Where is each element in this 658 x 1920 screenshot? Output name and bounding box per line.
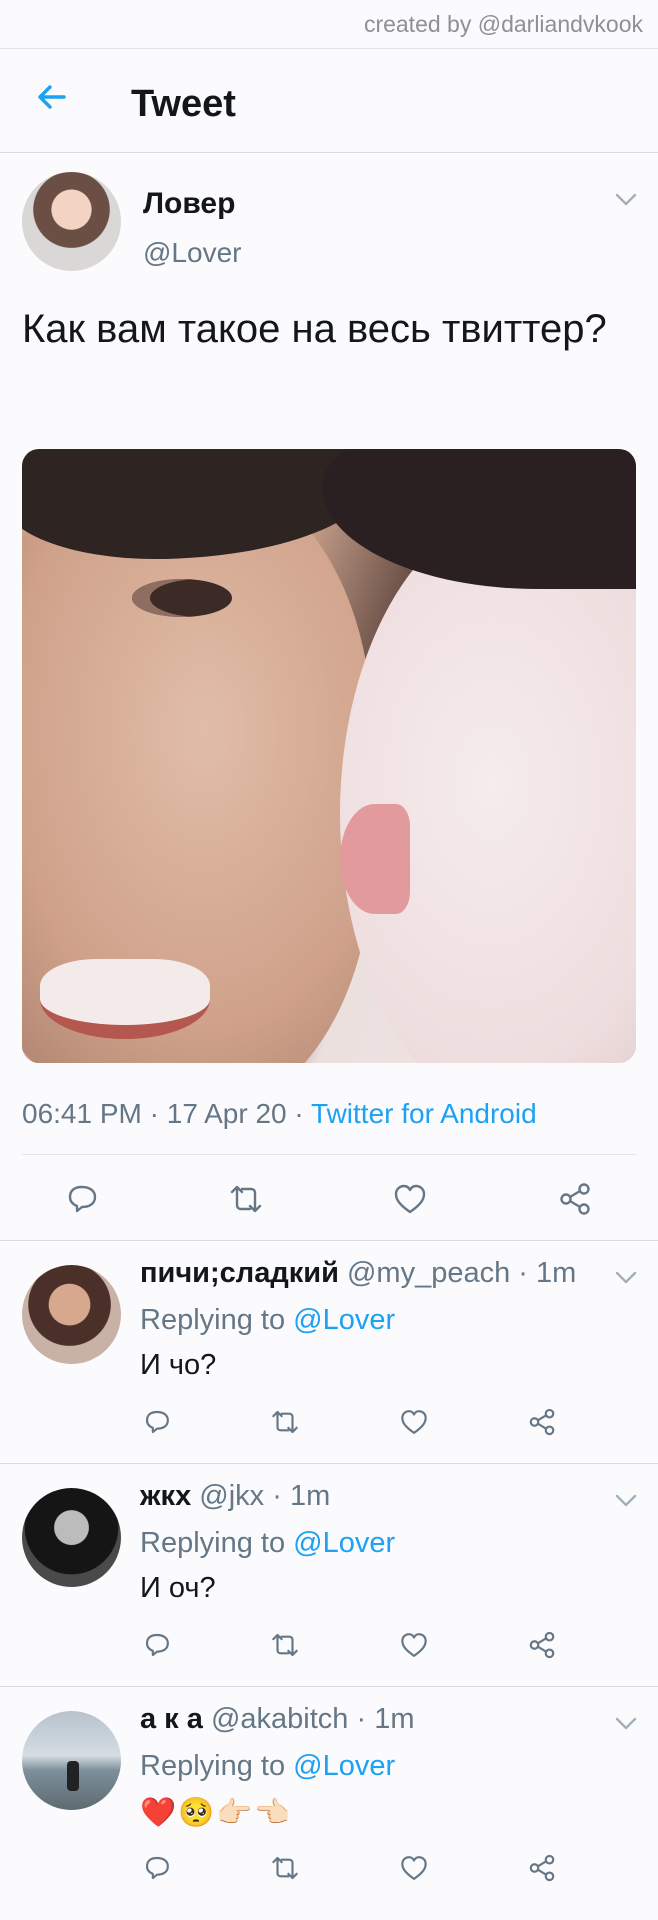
- reply-tweet[interactable]: а к а @akabitch · 1m Replying to @Lover …: [0, 1686, 658, 1909]
- credit-watermark: created by @darliandvkook: [0, 0, 658, 49]
- divider: [22, 1154, 636, 1155]
- chevron-down-icon[interactable]: [615, 1494, 637, 1508]
- reply-author-handle[interactable]: @akabitch: [211, 1703, 348, 1735]
- author-handle[interactable]: @Lover: [143, 237, 241, 269]
- like-icon[interactable]: [399, 1630, 429, 1660]
- reply-header: а к а @akabitch · 1m: [140, 1703, 414, 1736]
- reply-header: жкх @jkx · 1m: [140, 1480, 330, 1513]
- share-icon[interactable]: [557, 1181, 593, 1217]
- main-tweet: Ловер @Lover Как вам такое на весь твитт…: [0, 153, 658, 1240]
- replying-to: Replying to @Lover: [140, 1750, 395, 1783]
- reply-tweet[interactable]: жкх @jkx · 1m Replying to @Lover И оч?: [0, 1463, 658, 1686]
- meta-separator: ·: [149, 1098, 167, 1129]
- like-icon[interactable]: [392, 1181, 428, 1217]
- tweet-source-link[interactable]: Twitter for Android: [311, 1098, 537, 1129]
- reply-actions: [0, 1847, 658, 1891]
- photo-smile: [40, 959, 210, 1039]
- reply-actions: [0, 1401, 658, 1445]
- tweet-actions: [0, 1171, 658, 1227]
- like-icon[interactable]: [399, 1407, 429, 1437]
- replying-to-label: Replying to: [140, 1304, 286, 1336]
- chevron-down-icon[interactable]: [615, 1271, 637, 1285]
- reply-author-name[interactable]: жкх: [140, 1480, 191, 1512]
- top-bar: Tweet: [0, 49, 658, 153]
- share-icon[interactable]: [527, 1407, 557, 1437]
- reply-actions: [0, 1624, 658, 1668]
- chevron-down-icon[interactable]: [615, 193, 637, 207]
- meta-separator: ·: [294, 1098, 312, 1129]
- reply-icon[interactable]: [142, 1407, 172, 1437]
- tweet-date: 17 Apr 20: [166, 1098, 287, 1129]
- photo-lips: [340, 804, 410, 914]
- photo-eye: [132, 579, 232, 617]
- tweet-media-image[interactable]: [22, 449, 636, 1063]
- avatar[interactable]: [22, 1265, 121, 1364]
- reply-icon[interactable]: [142, 1630, 172, 1660]
- avatar[interactable]: [22, 1488, 121, 1587]
- chevron-down-icon[interactable]: [615, 1717, 637, 1731]
- like-icon[interactable]: [399, 1853, 429, 1883]
- reply-text: И чо?: [140, 1349, 217, 1381]
- reply-text: И оч?: [140, 1572, 216, 1604]
- reply-age: 1m: [374, 1703, 415, 1735]
- tweet-meta: 06:41 PM · 17 Apr 20 · Twitter for Andro…: [22, 1098, 537, 1130]
- photo-hair-right: [322, 449, 636, 589]
- reply-text-emoji: ❤️🥺👉🏻👈🏻: [140, 1795, 293, 1829]
- share-icon[interactable]: [527, 1630, 557, 1660]
- meta-separator: ·: [356, 1703, 375, 1735]
- share-icon[interactable]: [527, 1853, 557, 1883]
- tweet-text: Как вам такое на весь твиттер?: [22, 307, 607, 351]
- avatar[interactable]: [22, 1711, 121, 1810]
- page-title: Tweet: [131, 83, 236, 125]
- retweet-icon[interactable]: [270, 1853, 300, 1883]
- reply-tweet[interactable]: пичи;сладкий @my_peach · 1m Replying to …: [0, 1240, 658, 1463]
- reply-header: пичи;сладкий @my_peach · 1m: [140, 1257, 576, 1290]
- arrow-left-icon[interactable]: [34, 79, 70, 115]
- reply-author-name[interactable]: а к а: [140, 1703, 203, 1735]
- replying-to: Replying to @Lover: [140, 1527, 395, 1560]
- retweet-icon[interactable]: [270, 1407, 300, 1437]
- replying-to-mention[interactable]: @Lover: [293, 1750, 395, 1782]
- replying-to-label: Replying to: [140, 1527, 286, 1559]
- meta-separator: ·: [272, 1480, 290, 1512]
- avatar[interactable]: [22, 172, 121, 271]
- reply-age: 1m: [289, 1480, 331, 1512]
- tweet-time: 06:41 PM: [22, 1098, 142, 1129]
- replying-to: Replying to @Lover: [140, 1304, 395, 1337]
- replying-to-label: Replying to: [140, 1750, 286, 1782]
- retweet-icon[interactable]: [228, 1181, 264, 1217]
- reply-icon[interactable]: [142, 1853, 172, 1883]
- retweet-icon[interactable]: [270, 1630, 300, 1660]
- reply-age: 1m: [536, 1257, 577, 1289]
- reply-author-name[interactable]: пичи;сладкий: [140, 1257, 339, 1289]
- reply-author-handle[interactable]: @my_peach: [347, 1257, 510, 1289]
- replying-to-mention[interactable]: @Lover: [293, 1304, 395, 1336]
- author-name[interactable]: Ловер: [143, 187, 235, 221]
- reply-author-handle[interactable]: @jkx: [199, 1480, 264, 1512]
- replying-to-mention[interactable]: @Lover: [293, 1527, 395, 1559]
- meta-separator: ·: [518, 1257, 537, 1289]
- reply-icon[interactable]: [64, 1181, 100, 1217]
